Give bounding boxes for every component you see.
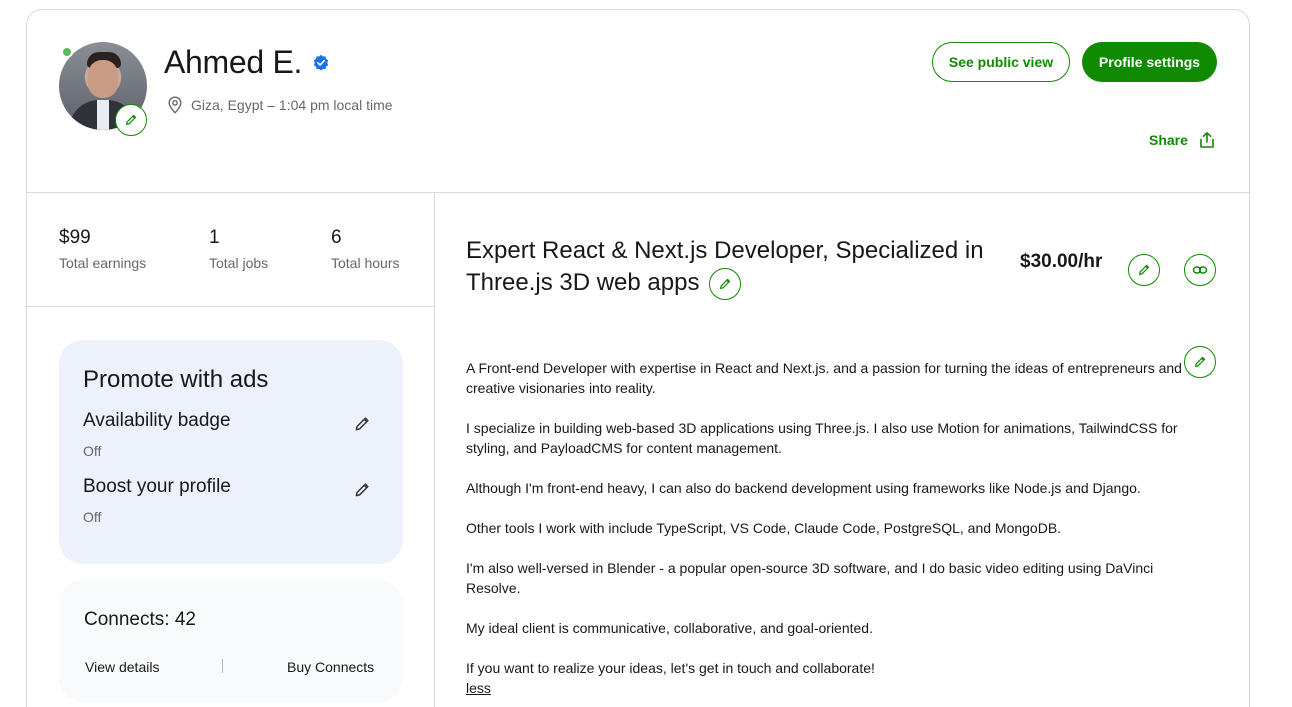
profile-settings-button[interactable]: Profile settings <box>1082 42 1217 82</box>
location-pin-icon <box>168 96 182 114</box>
stat-value: $99 <box>59 227 91 248</box>
show-less-link[interactable]: less <box>466 680 491 696</box>
pencil-icon <box>1139 264 1150 275</box>
profile-name: Ahmed E. <box>164 44 303 80</box>
avatar-container <box>59 42 149 136</box>
profile-card: Ahmed E. Giza, Egypt – 1:04 pm local tim… <box>26 9 1250 707</box>
profile-header: Ahmed E. Giza, Egypt – 1:04 pm local tim… <box>27 10 1249 193</box>
availability-badge-status: Off <box>83 443 102 459</box>
connects-count: Connects: 42 <box>84 609 196 630</box>
left-column: $99 Total earnings 1 Total jobs 6 Total … <box>27 193 435 707</box>
hourly-rate: $30.00/hr <box>1020 251 1103 272</box>
copy-link-button[interactable] <box>1184 254 1216 286</box>
overview-paragraph: Other tools I work with include TypeScri… <box>466 520 1062 536</box>
share-label: Share <box>1149 132 1188 148</box>
boost-profile-status: Off <box>83 509 102 525</box>
overview-paragraph: If you want to realize your ideas, let's… <box>466 660 875 676</box>
edit-boost-profile-icon[interactable] <box>353 481 371 499</box>
edit-rate-button[interactable] <box>1128 254 1160 286</box>
stat-total-hours: 6 Total hours <box>331 227 399 271</box>
availability-badge-title: Availability badge <box>83 410 231 431</box>
location-text: Giza, Egypt – 1:04 pm local time <box>191 97 393 113</box>
divider <box>222 659 223 673</box>
stat-value: 1 <box>209 227 220 248</box>
stat-total-jobs: 1 Total jobs <box>209 227 268 271</box>
view-details-link[interactable]: View details <box>85 659 159 675</box>
stat-label: Total jobs <box>209 255 269 271</box>
connects-panel: Connects: 42 View details Buy Connects <box>59 580 403 702</box>
location-row: Giza, Egypt – 1:04 pm local time <box>167 96 393 114</box>
share-button[interactable]: Share <box>1149 131 1216 149</box>
stats-section: $99 Total earnings 1 Total jobs 6 Total … <box>27 193 435 307</box>
stat-label: Total hours <box>331 255 400 271</box>
pencil-icon <box>720 278 731 289</box>
name-row: Ahmed E. <box>164 44 330 81</box>
edit-availability-badge-icon[interactable] <box>353 415 371 433</box>
stat-total-earnings: $99 Total earnings <box>59 227 146 271</box>
profile-overview: A Front-end Developer with expertise in … <box>466 358 1192 698</box>
verified-badge-icon <box>313 54 329 71</box>
overview-paragraph: I'm also well-versed in Blender - a popu… <box>466 560 1154 596</box>
buy-connects-link[interactable]: Buy Connects <box>287 659 374 675</box>
overview-paragraph: My ideal client is communicative, collab… <box>466 620 873 636</box>
profile-title: Expert React & Next.js Developer, Specia… <box>466 235 1006 300</box>
boost-profile-title: Boost your profile <box>83 476 231 497</box>
pencil-icon <box>1195 356 1206 367</box>
overview-paragraph: A Front-end Developer with expertise in … <box>466 360 1182 396</box>
promote-with-ads-panel: Promote with ads Availability badge Off … <box>59 340 403 564</box>
link-icon <box>1192 266 1208 274</box>
stat-label: Total earnings <box>59 255 147 271</box>
edit-title-button[interactable] <box>709 267 742 300</box>
stat-value: 6 <box>331 227 342 248</box>
pencil-icon <box>126 114 137 125</box>
overview-paragraph: Although I'm front-end heavy, I can also… <box>466 480 1141 496</box>
overview-paragraph: I specialize in building web-based 3D ap… <box>466 420 1178 456</box>
see-public-view-button[interactable]: See public view <box>932 42 1070 82</box>
online-status-dot <box>61 46 73 58</box>
edit-photo-button[interactable] <box>115 104 147 136</box>
promote-title: Promote with ads <box>83 366 269 393</box>
share-icon <box>1200 132 1214 148</box>
